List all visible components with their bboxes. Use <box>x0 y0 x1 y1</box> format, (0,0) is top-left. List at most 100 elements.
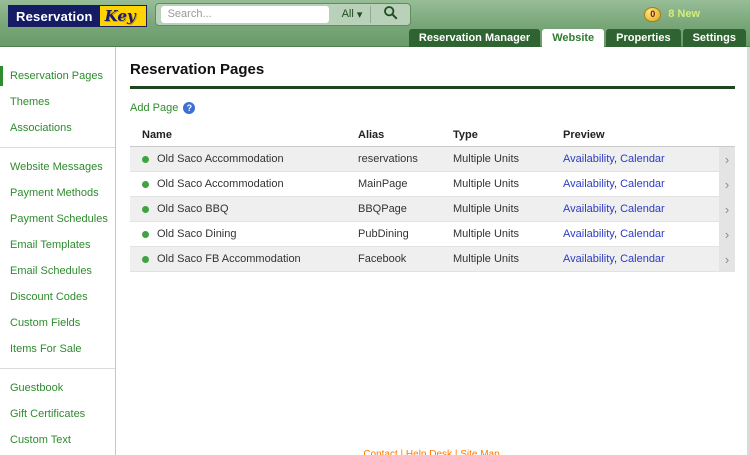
sidebar-item-website-messages[interactable]: Website Messages <box>0 154 115 180</box>
table-row[interactable]: Old Saco FB Accommodation Facebook Multi… <box>130 247 735 272</box>
logo-text-primary: Reservation <box>9 6 100 26</box>
availability-link[interactable]: Availability <box>563 228 614 240</box>
calendar-link[interactable]: Calendar <box>620 253 665 265</box>
search-input[interactable] <box>161 6 329 23</box>
top-header: Reservation Key All ▾ <box>0 0 750 47</box>
page-name: Old Saco Accommodation <box>157 178 284 190</box>
sidebar-item-email-templates[interactable]: Email Templates <box>0 232 115 258</box>
sidebar-item-gift-certificates[interactable]: Gift Certificates <box>0 401 115 427</box>
page-type: Multiple Units <box>453 153 563 165</box>
new-notifications-link[interactable]: 8 New <box>668 8 700 20</box>
main-tab-bar: Reservation Manager Website Properties S… <box>0 28 750 47</box>
availability-link[interactable]: Availability <box>563 153 614 165</box>
page-name-cell: Old Saco FB Accommodation <box>130 253 358 265</box>
footer-links: Contact | Help Desk | Site Map <box>116 449 747 455</box>
calendar-link[interactable]: Calendar <box>620 178 665 190</box>
sidebar-item-payment-schedules[interactable]: Payment Schedules <box>0 206 115 232</box>
availability-link[interactable]: Availability <box>563 203 614 215</box>
table-row[interactable]: Old Saco Accommodation reservations Mult… <box>130 147 735 172</box>
page-name: Old Saco BBQ <box>157 203 229 215</box>
page-name-cell: Old Saco Accommodation <box>130 153 358 165</box>
sidebar-item-custom-text[interactable]: Custom Text <box>0 427 115 453</box>
calendar-link[interactable]: Calendar <box>620 228 665 240</box>
page-alias: BBQPage <box>358 203 453 215</box>
page-alias: reservations <box>358 153 453 165</box>
add-page-link[interactable]: Add Page <box>130 102 178 114</box>
chevron-right-icon[interactable]: › <box>719 222 735 246</box>
table-row[interactable]: Old Saco Accommodation MainPage Multiple… <box>130 172 735 197</box>
search-bar: All ▾ <box>155 3 412 26</box>
table-header-row: Name Alias Type Preview <box>130 123 735 147</box>
preview-cell: Availability, Calendar <box>563 178 719 190</box>
sidebar-item-discount-codes[interactable]: Discount Codes <box>0 284 115 310</box>
column-header-spacer <box>719 123 735 146</box>
sidebar-item-associations[interactable]: Associations <box>0 115 115 141</box>
chevron-right-icon[interactable]: › <box>719 147 735 171</box>
rewards-count: 0 <box>650 9 655 19</box>
preview-cell: Availability, Calendar <box>563 203 719 215</box>
page-name-cell: Old Saco BBQ <box>130 203 358 215</box>
page-name: Old Saco Accommodation <box>157 153 284 165</box>
header-right-area: 0 8 New <box>644 7 742 22</box>
help-icon[interactable]: ? <box>183 102 195 114</box>
active-status-dot-icon <box>142 256 149 263</box>
footer-links-text[interactable]: Contact | Help Desk | Site Map <box>363 449 499 455</box>
search-scope-label: All <box>342 8 354 20</box>
logo-text-secondary: Key <box>100 6 146 26</box>
availability-link[interactable]: Availability <box>563 253 614 265</box>
tab-settings[interactable]: Settings <box>683 29 746 47</box>
calendar-link[interactable]: Calendar <box>620 203 665 215</box>
page-type: Multiple Units <box>453 203 563 215</box>
preview-cell: Availability, Calendar <box>563 228 719 240</box>
page-alias: MainPage <box>358 178 453 190</box>
rewards-bag-icon[interactable]: 0 <box>644 7 661 22</box>
page-type: Multiple Units <box>453 178 563 190</box>
availability-link[interactable]: Availability <box>563 178 614 190</box>
active-status-dot-icon <box>142 181 149 188</box>
calendar-link[interactable]: Calendar <box>620 153 665 165</box>
main-panel: Reservation Pages Add Page ? Name Alias … <box>116 47 747 455</box>
preview-cell: Availability, Calendar <box>563 253 719 265</box>
chevron-right-icon[interactable]: › <box>719 247 735 271</box>
sidebar-item-reservation-pages[interactable]: Reservation Pages <box>0 63 115 89</box>
page-title: Reservation Pages <box>130 61 735 78</box>
chevron-right-icon[interactable]: › <box>719 197 735 221</box>
title-divider <box>130 86 735 89</box>
column-header-type: Type <box>453 129 563 141</box>
sidebar: Reservation Pages Themes Associations We… <box>0 47 116 455</box>
search-button[interactable] <box>371 4 410 25</box>
active-status-dot-icon <box>142 206 149 213</box>
sidebar-item-email-schedules[interactable]: Email Schedules <box>0 258 115 284</box>
search-scope-dropdown[interactable]: All ▾ <box>334 8 371 21</box>
reservation-pages-table: Name Alias Type Preview Old Saco Accommo… <box>130 123 735 272</box>
content-area: Reservation Pages Themes Associations We… <box>0 47 750 455</box>
page-type: Multiple Units <box>453 228 563 240</box>
chevron-down-icon: ▾ <box>357 8 363 21</box>
page-name: Old Saco FB Accommodation <box>157 253 301 265</box>
sidebar-item-items-for-sale[interactable]: Items For Sale <box>0 336 115 362</box>
reservationkey-logo[interactable]: Reservation Key <box>8 5 147 27</box>
sidebar-divider <box>0 147 115 148</box>
chevron-right-icon[interactable]: › <box>719 172 735 196</box>
page-alias: PubDining <box>358 228 453 240</box>
tab-reservation-manager[interactable]: Reservation Manager <box>409 29 540 47</box>
tab-properties[interactable]: Properties <box>606 29 680 47</box>
sidebar-item-payment-methods[interactable]: Payment Methods <box>0 180 115 206</box>
sidebar-item-themes[interactable]: Themes <box>0 89 115 115</box>
column-header-alias: Alias <box>358 129 453 141</box>
preview-cell: Availability, Calendar <box>563 153 719 165</box>
sidebar-item-custom-fields[interactable]: Custom Fields <box>0 310 115 336</box>
table-row[interactable]: Old Saco Dining PubDining Multiple Units… <box>130 222 735 247</box>
column-header-preview: Preview <box>563 129 719 141</box>
tab-website[interactable]: Website <box>542 29 604 47</box>
page-alias: Facebook <box>358 253 453 265</box>
page-name-cell: Old Saco Dining <box>130 228 358 240</box>
add-page-row: Add Page ? <box>130 102 735 114</box>
active-status-dot-icon <box>142 231 149 238</box>
column-header-name: Name <box>130 129 358 141</box>
page-name-cell: Old Saco Accommodation <box>130 178 358 190</box>
active-status-dot-icon <box>142 156 149 163</box>
sidebar-divider <box>0 368 115 369</box>
sidebar-item-guestbook[interactable]: Guestbook <box>0 375 115 401</box>
table-row[interactable]: Old Saco BBQ BBQPage Multiple Units Avai… <box>130 197 735 222</box>
